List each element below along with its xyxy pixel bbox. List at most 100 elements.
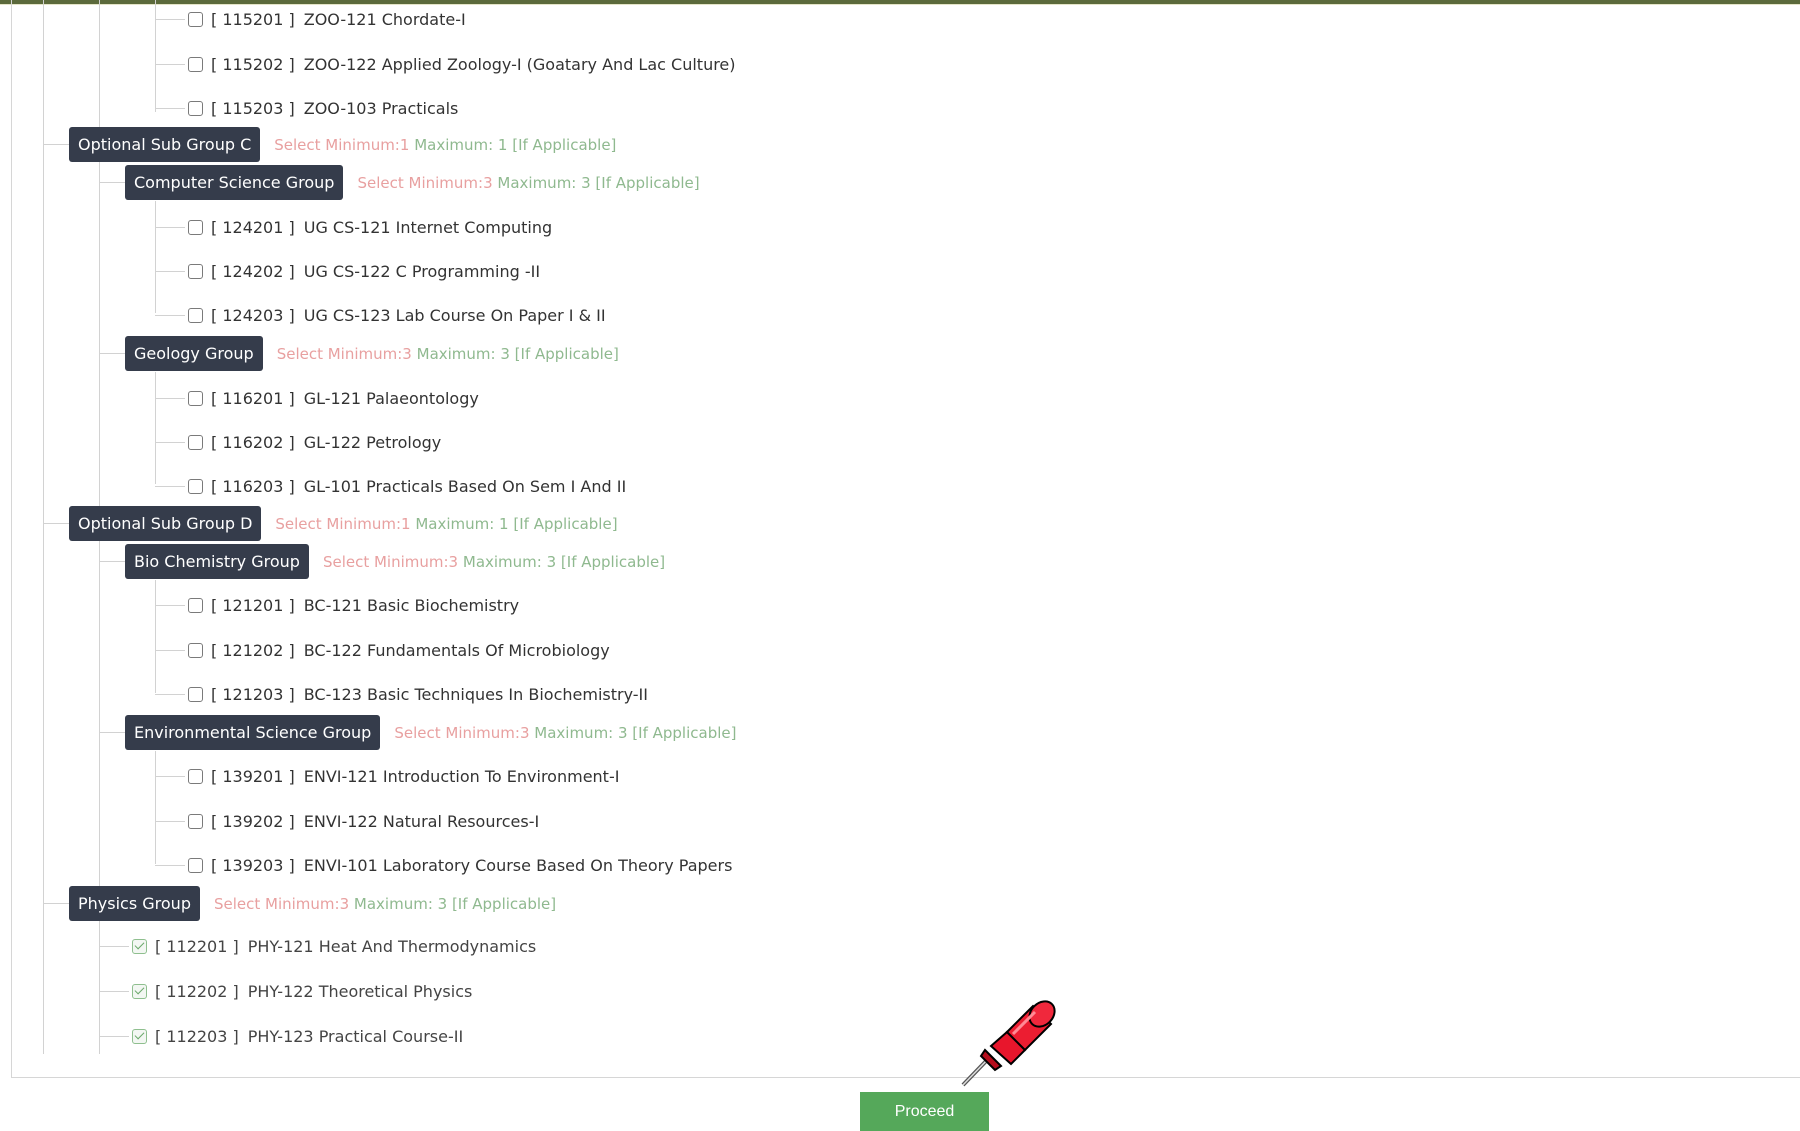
group-rule: Select Minimum:3 Maximum: 3 [If Applicab…	[323, 553, 665, 571]
subject-item-124202[interactable]: [ 124202 ] UG CS-122 C Programming -II	[188, 256, 540, 286]
subject-item-124203[interactable]: [ 124203 ] UG CS-123 Lab Course On Paper…	[188, 300, 606, 330]
checkbox[interactable]	[188, 434, 203, 450]
subject-item-139201[interactable]: [ 139201 ] ENVI-121 Introduction To Envi…	[188, 761, 619, 791]
subject-code: [ 116202 ]	[211, 432, 295, 452]
checkbox[interactable]	[188, 686, 203, 702]
tree-line-cs	[155, 201, 156, 313]
rule-max: Maximum: 1 [If Applicable]	[415, 514, 618, 533]
group-rule: Select Minimum:3 Maximum: 3 [If Applicab…	[277, 345, 619, 363]
checkbox[interactable]	[188, 219, 203, 235]
checkbox[interactable]	[188, 768, 203, 784]
subject-code: [ 121202 ]	[211, 640, 295, 660]
tree-branch	[155, 605, 185, 606]
group-physics: Physics Group Select Minimum:3 Maximum: …	[69, 886, 556, 921]
subject-item-139203[interactable]: [ 139203 ] ENVI-101 Laboratory Course Ba…	[188, 850, 732, 880]
subject-label: UG CS-122 C Programming -II	[303, 261, 541, 281]
tree-branch	[155, 271, 185, 272]
checkbox[interactable]	[188, 56, 203, 72]
subject-item-112201[interactable]: [ 112201 ] PHY-121 Heat And Thermodynami…	[132, 931, 536, 961]
tree-branch	[99, 182, 125, 183]
group-name: Computer Science Group	[125, 165, 344, 200]
checkbox[interactable]	[188, 857, 203, 873]
rule-max: Maximum: 3 [If Applicable]	[353, 894, 557, 913]
rule-min: Select Minimum:3	[276, 344, 412, 363]
checkbox[interactable]	[188, 390, 203, 406]
rule-min: Select Minimum:3	[322, 552, 459, 571]
proceed-button[interactable]: Proceed	[860, 1092, 989, 1131]
group-name: Optional Sub Group C	[69, 127, 261, 162]
subject-item-124201[interactable]: [ 124201 ] UG CS-121 Internet Computing	[188, 212, 552, 242]
subject-item-116201[interactable]: [ 116201 ] GL-121 Palaeontology	[188, 383, 479, 413]
rule-min: Select Minimum:3	[357, 173, 493, 192]
rule-max: Maximum: 3 [If Applicable]	[462, 552, 666, 571]
tree-line-root	[43, 0, 44, 1054]
checkbox[interactable]	[188, 263, 203, 279]
subject-item-121201[interactable]: [ 121201 ] BC-121 Basic Biochemistry	[188, 590, 519, 620]
subject-item-121203[interactable]: [ 121203 ] BC-123 Basic Techniques In Bi…	[188, 679, 648, 709]
subject-item-121202[interactable]: [ 121202 ] BC-122 Fundamentals Of Microb…	[188, 635, 610, 665]
subject-label: PHY-121 Heat And Thermodynamics	[247, 936, 537, 956]
subject-code: [ 112201 ]	[155, 936, 239, 956]
tree-line-env	[155, 751, 156, 864]
checkbox-checked[interactable]	[132, 1028, 147, 1044]
subject-code: [ 115201 ]	[211, 9, 295, 29]
group-name: Optional Sub Group D	[69, 506, 262, 541]
checkbox[interactable]	[188, 478, 203, 494]
subject-code: [ 115202 ]	[211, 54, 295, 74]
tree-branch	[99, 1036, 129, 1037]
checkbox[interactable]	[188, 597, 203, 613]
subject-code: [ 116203 ]	[211, 476, 295, 496]
subject-code: [ 116201 ]	[211, 388, 295, 408]
subject-code: [ 112203 ]	[155, 1026, 239, 1046]
subject-code: [ 121201 ]	[211, 595, 295, 615]
group-optional-sub-group-d: Optional Sub Group D Select Minimum:1 Ma…	[69, 506, 618, 541]
subject-label: PHY-123 Practical Course-II	[247, 1026, 464, 1046]
checkbox[interactable]	[188, 100, 203, 116]
tree-branch	[155, 108, 185, 109]
group-geology: Geology Group Select Minimum:3 Maximum: …	[125, 336, 619, 371]
subject-code: [ 112202 ]	[155, 981, 239, 1001]
subject-item-115202[interactable]: [ 115202 ] ZOO-122 Applied Zoology-I (Go…	[188, 49, 736, 79]
rule-max: Maximum: 3 [If Applicable]	[416, 344, 619, 363]
group-name: Geology Group	[125, 336, 263, 371]
tree-line-zoo	[155, 0, 156, 112]
subject-item-115201[interactable]: [ 115201 ] ZOO-121 Chordate-I	[188, 4, 466, 34]
subject-code: [ 139201 ]	[211, 766, 295, 786]
subject-code: [ 124203 ]	[211, 305, 295, 325]
tree-branch	[155, 227, 185, 228]
checkbox[interactable]	[188, 642, 203, 658]
rule-min: Select Minimum:3	[394, 723, 530, 742]
subject-item-112202[interactable]: [ 112202 ] PHY-122 Theoretical Physics	[132, 976, 472, 1006]
checkbox-checked[interactable]	[132, 983, 147, 999]
subject-label: ENVI-122 Natural Resources-I	[303, 811, 540, 831]
tree-branch	[43, 903, 69, 904]
checkbox[interactable]	[188, 11, 203, 27]
subject-code: [ 124202 ]	[211, 261, 295, 281]
subject-item-116203[interactable]: [ 116203 ] GL-101 Practicals Based On Se…	[188, 471, 626, 501]
group-name: Physics Group	[69, 886, 200, 921]
subject-code: [ 115203 ]	[211, 98, 295, 118]
checkbox[interactable]	[188, 813, 203, 829]
subject-item-115203[interactable]: [ 115203 ] ZOO-103 Practicals	[188, 93, 458, 123]
rule-min: Select Minimum:1	[274, 135, 410, 154]
subject-label: GL-122 Petrology	[303, 432, 442, 452]
checkbox-checked[interactable]	[132, 938, 147, 954]
group-optional-sub-group-c: Optional Sub Group C Select Minimum:1 Ma…	[69, 127, 616, 162]
tree-branch	[155, 486, 185, 487]
subject-label: ENVI-121 Introduction To Environment-I	[303, 766, 620, 786]
subject-label: ZOO-121 Chordate-I	[303, 9, 466, 29]
tree-branch	[155, 442, 185, 443]
rule-max: Maximum: 3 [If Applicable]	[497, 173, 700, 192]
tree-branch	[99, 991, 129, 992]
subject-label: UG CS-123 Lab Course On Paper I & II	[303, 305, 606, 325]
subject-code: [ 139203 ]	[211, 855, 295, 875]
subject-item-112203[interactable]: [ 112203 ] PHY-123 Practical Course-II	[132, 1021, 463, 1051]
tree-branch	[99, 732, 125, 733]
subject-item-139202[interactable]: [ 139202 ] ENVI-122 Natural Resources-I	[188, 806, 539, 836]
group-bio-chemistry: Bio Chemistry Group Select Minimum:3 Max…	[125, 544, 665, 579]
checkbox[interactable]	[188, 307, 203, 323]
subject-item-116202[interactable]: [ 116202 ] GL-122 Petrology	[188, 427, 441, 457]
subject-label: BC-121 Basic Biochemistry	[303, 595, 520, 615]
tree-branch	[43, 144, 69, 145]
group-rule: Select Minimum:1 Maximum: 1 [If Applicab…	[275, 515, 617, 533]
